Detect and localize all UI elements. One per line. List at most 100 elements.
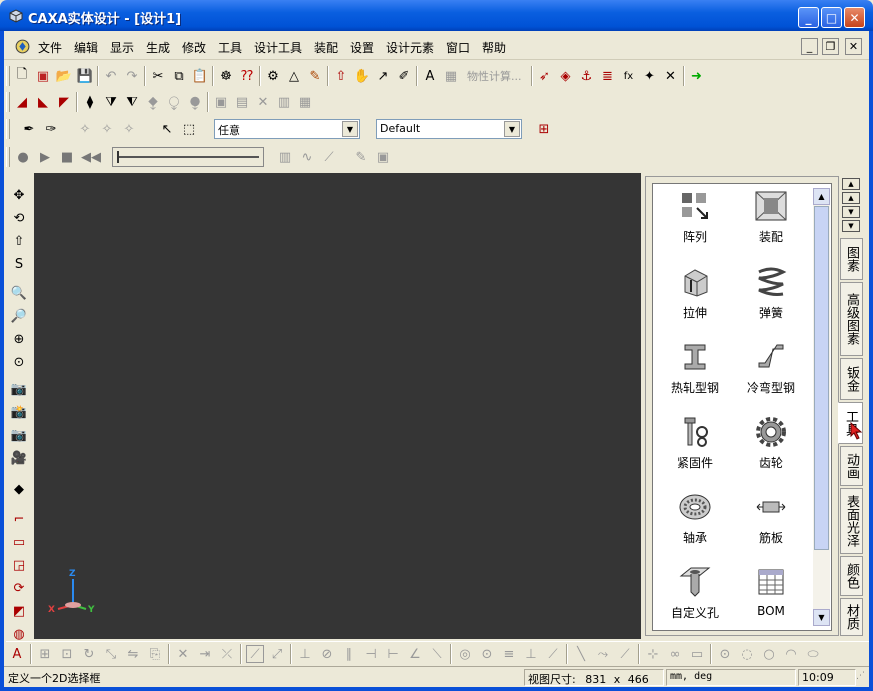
design-icon[interactable]: ⚙ <box>264 67 282 85</box>
copy-icon[interactable]: ⧉ <box>170 67 188 85</box>
toolbar-grip[interactable] <box>6 66 10 86</box>
library-item-fastener[interactable]: 紧固件 <box>655 414 735 471</box>
tab-nav-prev-button[interactable]: ▲ <box>842 192 860 204</box>
dimension-icon[interactable]: ⤢ <box>268 645 286 663</box>
break-icon[interactable]: ⤫ <box>218 645 236 663</box>
mass-props-button[interactable]: 物性计算... <box>467 68 522 84</box>
zoom-window-icon[interactable]: 🔎 <box>10 307 28 325</box>
tab-color[interactable]: 颜色 <box>840 556 863 596</box>
push-icon[interactable]: ⇧ <box>332 67 350 85</box>
tab-nav-first-button[interactable]: ▲ <box>842 178 860 190</box>
library-scrollbar[interactable]: ▲ ▼ <box>813 188 830 626</box>
move-view-icon[interactable]: ✥ <box>10 186 28 204</box>
menu-design-tools[interactable]: 设计工具 <box>254 39 302 56</box>
slider-handle[interactable] <box>117 151 119 163</box>
line-constraint-icon[interactable]: ⟍ <box>428 645 446 663</box>
equal-icon[interactable]: ≡ <box>500 645 518 663</box>
menu-settings[interactable]: 设置 <box>350 39 374 56</box>
trim-icon[interactable]: ✕ <box>174 645 192 663</box>
help-pointer-icon[interactable]: ⁇ <box>238 67 256 85</box>
tab-material[interactable]: 材质 <box>840 598 863 636</box>
horizontal-icon[interactable]: ⊣ <box>362 645 380 663</box>
resize-grip[interactable]: ⋰ <box>856 671 868 685</box>
library-item-cold-formed-steel[interactable]: 冷弯型钢 <box>731 339 811 396</box>
tab-nav-last-button[interactable]: ▼ <box>842 220 860 232</box>
point-icon[interactable]: ⊹ <box>644 645 662 663</box>
tangent-line-icon[interactable]: ⤳ <box>594 645 612 663</box>
play-icon[interactable]: ▶ <box>36 148 54 166</box>
close-button[interactable]: ✕ <box>844 7 865 28</box>
grid-snap-icon[interactable]: ⊡ <box>58 645 76 663</box>
parallel-icon[interactable]: ∥ <box>340 645 358 663</box>
section-icon[interactable]: ◲ <box>10 556 28 574</box>
split-feature-icon[interactable]: ⧭ <box>186 93 204 111</box>
grid-icon[interactable]: ⊞ <box>36 645 54 663</box>
hand-icon[interactable]: ✋ <box>353 67 371 85</box>
sketch-icon[interactable]: ⌐ <box>10 510 28 528</box>
anim-edit-icon[interactable]: ✎ <box>352 148 370 166</box>
tool-icon[interactable]: ✎ <box>306 67 324 85</box>
scale-sketch-icon[interactable]: ⤡ <box>102 645 120 663</box>
mirror-sketch-icon[interactable]: ⇋ <box>124 645 142 663</box>
measure-icon[interactable]: ✐ <box>395 67 413 85</box>
circle-3pt-icon[interactable]: ◌ <box>738 645 756 663</box>
chevron-down-icon[interactable]: ▼ <box>504 121 520 137</box>
arc-icon[interactable]: ◠ <box>782 645 800 663</box>
green-arrow-icon[interactable]: ➜ <box>688 67 706 85</box>
camera-orbit-icon[interactable]: 📸 <box>10 403 28 421</box>
camera-multi-icon[interactable]: 🎥 <box>10 449 28 467</box>
document-icon[interactable] <box>14 38 31 55</box>
rotate-sketch-icon[interactable]: ↻ <box>80 645 98 663</box>
select-box-icon[interactable]: ⬚ <box>180 120 198 138</box>
paint-icon[interactable]: ✑ <box>42 120 60 138</box>
menu-assembly[interactable]: 装配 <box>314 39 338 56</box>
chamfer-feature-icon[interactable]: ⧨ <box>123 93 141 111</box>
push-view-icon[interactable]: ⇧ <box>10 232 28 250</box>
library-item-array[interactable]: 阵列 <box>655 188 735 245</box>
boolean-intersect-icon[interactable]: ✕ <box>254 93 272 111</box>
anchor-icon[interactable]: ⚓ <box>578 67 596 85</box>
zoom-icon[interactable]: 🔍 <box>10 284 28 302</box>
fx-icon[interactable]: fx <box>620 67 638 85</box>
tab-advanced-primitives[interactable]: 高级图素 <box>840 282 863 356</box>
extrude-feature-icon[interactable]: ◢ <box>13 93 31 111</box>
revolve-feature-icon[interactable]: ◣ <box>34 93 52 111</box>
mdi-close-button[interactable]: ✕ <box>845 38 862 55</box>
anim-path-icon[interactable]: ∿ <box>298 148 316 166</box>
library-item-spring[interactable]: 弹簧 <box>731 264 811 321</box>
pick-icon-1[interactable]: ✧ <box>76 120 94 138</box>
tree-icon[interactable]: ⊞ <box>535 120 553 138</box>
animation-slider[interactable] <box>112 147 264 167</box>
menu-help[interactable]: 帮助 <box>482 39 506 56</box>
boolean-union-icon[interactable]: ▣ <box>212 93 230 111</box>
pan-view-icon[interactable]: S <box>10 255 28 273</box>
library-item-assembly[interactable]: 装配 <box>731 188 811 245</box>
revolve-icon[interactable]: ⟳ <box>10 579 28 597</box>
fillet-feature-icon[interactable]: ⧩ <box>102 93 120 111</box>
redo-icon[interactable]: ↷ <box>123 67 141 85</box>
pick-icon-3[interactable]: ✧ <box>120 120 138 138</box>
boolean-subtract-icon[interactable]: ▤ <box>233 93 251 111</box>
circle-center-icon[interactable]: ⊙ <box>716 645 734 663</box>
view-center-icon[interactable]: ⊙ <box>10 353 28 371</box>
concentric-icon[interactable]: ◎ <box>456 645 474 663</box>
library-item-extrude[interactable]: 拉伸 <box>655 264 735 321</box>
camera-icon[interactable]: 📷 <box>10 380 28 398</box>
shape-icon[interactable]: △ <box>285 67 303 85</box>
menu-modify[interactable]: 修改 <box>182 39 206 56</box>
mdi-minimize-button[interactable]: _ <box>801 38 818 55</box>
offset-icon[interactable]: ∞ <box>666 645 684 663</box>
maximize-button[interactable]: □ <box>821 7 842 28</box>
library-item-bearing[interactable]: 轴承 <box>655 489 735 546</box>
constraint-icon[interactable]: ⟋ <box>246 645 264 663</box>
text-style-icon[interactable]: A <box>8 645 26 663</box>
record-icon[interactable]: ● <box>14 148 32 166</box>
menu-tools[interactable]: 工具 <box>218 39 242 56</box>
tab-nav-next-button[interactable]: ▼ <box>842 206 860 218</box>
box-icon[interactable]: ◈ <box>557 67 575 85</box>
select-filter-combo[interactable]: 任意 ▼ <box>214 119 360 139</box>
rectangle-sketch-icon[interactable]: ▭ <box>688 645 706 663</box>
circle-2pt-icon[interactable]: ○ <box>760 645 778 663</box>
render-view-icon[interactable]: ◆ <box>10 480 28 498</box>
arrow-icon[interactable]: ➶ <box>536 67 554 85</box>
